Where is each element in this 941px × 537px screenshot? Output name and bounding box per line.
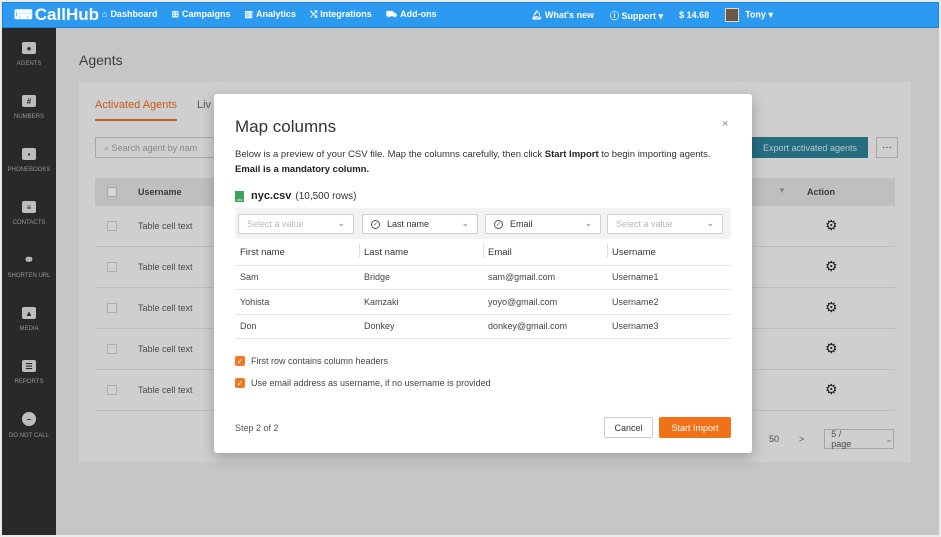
chevron-down-icon: ⌄ — [584, 218, 592, 228]
preview-cell: yoyo@gmail.com — [488, 296, 558, 307]
preview-header-row: First name Last name Email Username — [235, 241, 731, 266]
grid-icon: ⊞ — [171, 9, 179, 19]
column-select-1[interactable]: Select a value ⌄ — [238, 214, 354, 234]
preview-cell: Don — [240, 321, 257, 332]
file-name: nyc.csv — [251, 190, 292, 202]
column-select-2[interactable]: ✓ Last name ⌄ — [362, 214, 478, 234]
column-select-4[interactable]: Select a value ⌄ — [607, 214, 723, 234]
account-balance[interactable]: $ 14.68 — [679, 10, 709, 20]
preview-cell: donkey@gmail.com — [488, 321, 568, 332]
preview-row: Yohista Kamzaki yoyo@gmail.com Username2 — [235, 290, 731, 315]
preview-cell: Sam — [240, 272, 259, 283]
check-circle-icon: ✓ — [494, 219, 503, 229]
csv-file-icon: csv — [235, 190, 244, 202]
nav-addons[interactable]: ⛟ Add-ons — [386, 9, 437, 21]
first-row-headers-checkbox[interactable]: ✓ — [235, 356, 245, 366]
chevron-down-icon: ⌄ — [706, 218, 714, 228]
column-select-3[interactable]: ✓ Email ⌄ — [485, 214, 601, 234]
start-import-button[interactable]: Start Import — [659, 417, 731, 438]
nav-dashboard[interactable]: ⌂ Dashboard — [102, 9, 157, 21]
preview-header-cell: Username — [607, 244, 731, 259]
nav-analytics[interactable]: ▥ Analytics — [245, 9, 297, 21]
cart-icon: ⛟ — [385, 9, 398, 19]
map-columns-modal: Map columns × Below is a preview of your… — [214, 94, 752, 453]
preview-header-cell: Last name — [359, 244, 483, 259]
email-as-username-option[interactable]: ✓ Use email address as username, if no u… — [235, 378, 491, 388]
main-nav: ⌂ Dashboard ⊞ Campaigns ▥ Analytics ⤭ Integr… — [98, 9, 437, 21]
close-icon[interactable]: × — [722, 118, 728, 130]
cancel-button[interactable]: Cancel — [604, 417, 653, 438]
preview-header-cell: First name — [240, 247, 285, 259]
whats-new-link[interactable]: 🔔︎ What's new — [531, 10, 594, 21]
preview-cell: Kamzaki — [364, 296, 399, 307]
modal-description: Below is a preview of your CSV file. Map… — [235, 149, 711, 175]
preview-cell: Username3 — [612, 321, 659, 332]
modal-title: Map columns — [235, 117, 337, 136]
preview-cell: Donkey — [364, 321, 395, 332]
column-mapping-row: Select a value ⌄ ✓ Last name ⌄ ✓ Email ⌄ Sele… — [235, 208, 731, 239]
shuffle-icon: ⤭ — [310, 9, 318, 19]
check-circle-icon: ✓ — [371, 219, 380, 229]
callhub-logo[interactable]: ⌨ CallHub — [14, 5, 99, 25]
preview-header-cell: Email — [483, 244, 607, 259]
user-menu[interactable]: Tony ▾ — [725, 8, 773, 22]
preview-cell: sam@gmail.com — [488, 272, 556, 283]
avatar — [725, 8, 740, 22]
csv-preview-table: First name Last name Email Username Sam … — [235, 241, 731, 339]
bell-icon: 🔔︎ — [530, 9, 545, 20]
chevron-down-icon: ⌄ — [461, 218, 469, 228]
top-right-menu: 🔔︎ What's new ⓘ Support ▾ $ 14.68 Tony ▾ — [515, 8, 773, 22]
file-row-count: (10,500 rows) — [295, 190, 357, 202]
preview-cell: Username2 — [612, 296, 659, 307]
preview-cell: Bridge — [364, 272, 391, 283]
chevron-down-icon: ▾ — [768, 9, 773, 20]
preview-cell: Yohista — [240, 296, 270, 307]
email-as-username-checkbox[interactable]: ✓ — [235, 378, 245, 388]
preview-cell: Username1 — [612, 272, 659, 283]
step-indicator: Step 2 of 2 — [235, 423, 279, 433]
brand-name: CallHub — [34, 5, 99, 24]
top-nav-bar: ⌨ CallHub ⌂ Dashboard ⊞ Campaigns ▥ Analyti… — [2, 2, 939, 28]
chevron-down-icon: ⌄ — [337, 218, 345, 228]
option-label: First row contains column headers — [251, 356, 389, 366]
preview-row: Sam Bridge sam@gmail.com Username1 — [235, 266, 731, 290]
option-label: Use email address as username, if no use… — [251, 378, 491, 388]
home-icon: ⌂ — [102, 9, 108, 19]
chevron-down-icon: ▾ — [658, 10, 664, 21]
nav-integrations[interactable]: ⤭ Integrations — [310, 9, 372, 21]
support-menu[interactable]: ⓘ Support ▾ — [610, 9, 663, 22]
first-row-headers-option[interactable]: ✓ First row contains column headers — [235, 356, 388, 366]
file-info: csv nyc.csv (10,500 rows) — [235, 190, 357, 202]
bar-chart-icon: ▥ — [244, 9, 254, 19]
nav-campaigns[interactable]: ⊞ Campaigns — [171, 9, 230, 21]
preview-row: Don Donkey donkey@gmail.com Username3 — [235, 315, 731, 339]
help-icon: ⓘ — [610, 10, 622, 21]
callhub-logo-icon: ⌨ — [14, 7, 33, 22]
